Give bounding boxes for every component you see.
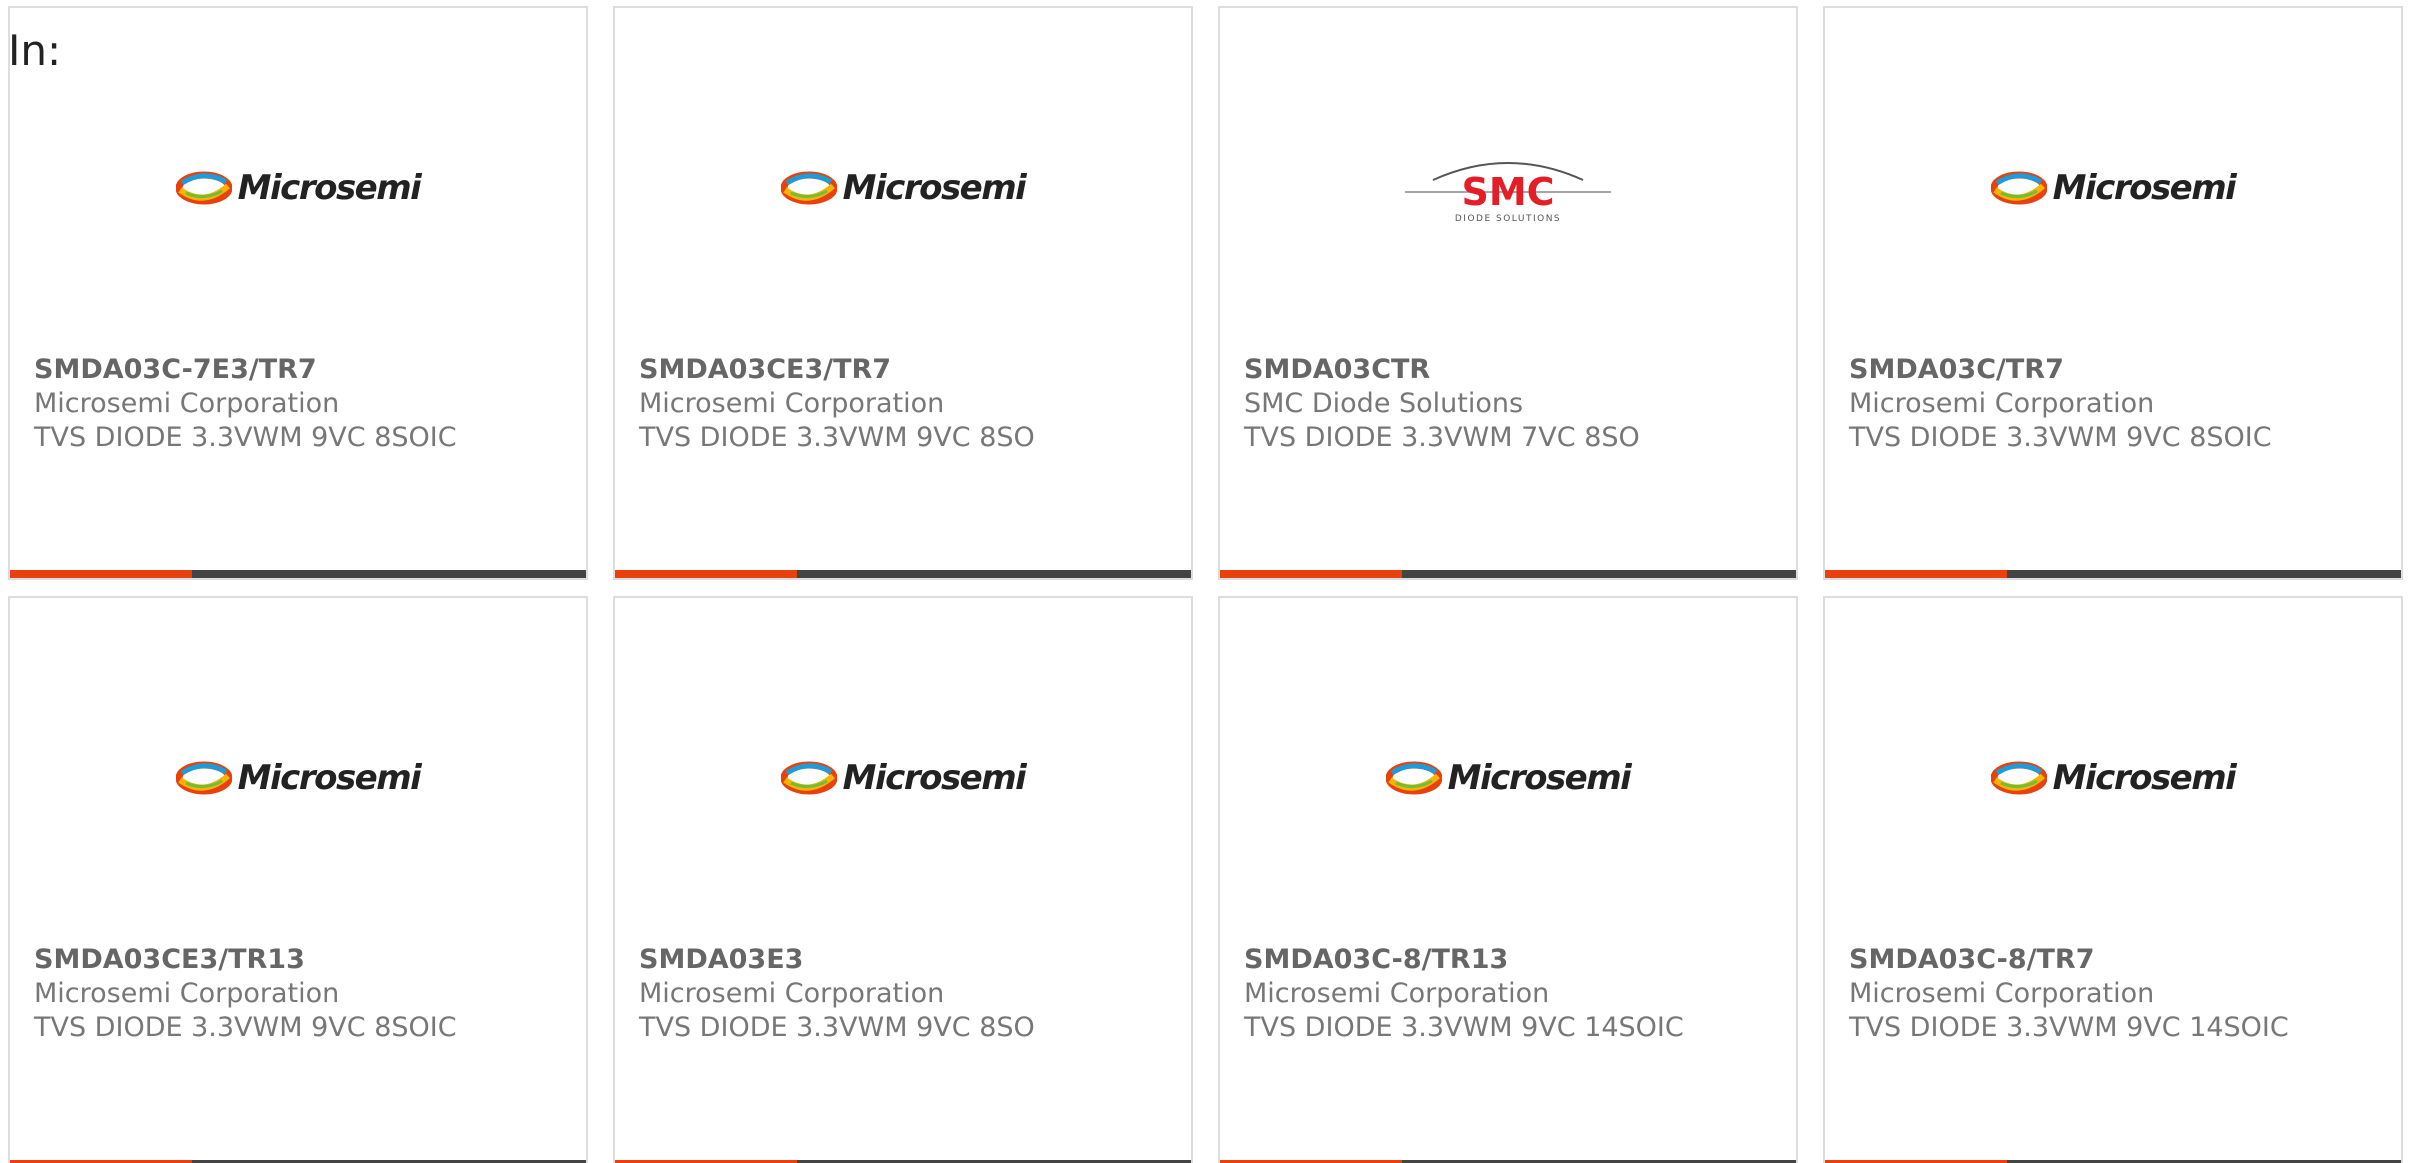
filter-label: In:	[8, 26, 62, 75]
logo-text: Microsemi	[2052, 168, 2237, 208]
microsemi-swirl-icon	[1385, 761, 1442, 795]
product-description: TVS DIODE 3.3VWM 9VC 14SOIC	[1244, 1012, 1684, 1043]
logo-text: Microsemi	[237, 758, 422, 798]
product-card[interactable]: Microsemi SMDA03C/TR7 Microsemi Corporat…	[1823, 6, 2403, 580]
microsemi-swirl-icon	[1990, 171, 2047, 205]
manufacturer-name: Microsemi Corporation	[34, 388, 340, 419]
part-number[interactable]: SMDA03C/TR7	[1849, 353, 2391, 387]
smc-diode-logo-icon: SMC DIODE SOLUTIONS	[1405, 162, 1611, 224]
part-number[interactable]: SMDA03CTR	[1244, 353, 1786, 387]
manufacturer-logo: Microsemi	[1220, 738, 1796, 818]
manufacturer-logo: SMC DIODE SOLUTIONS	[1220, 148, 1796, 228]
manufacturer-name: Microsemi Corporation	[1244, 978, 1550, 1009]
manufacturer-name: Microsemi Corporation	[639, 388, 945, 419]
manufacturer-name: Microsemi Corporation	[639, 978, 945, 1009]
microsemi-swirl-icon	[175, 761, 232, 795]
product-card[interactable]: SMC DIODE SOLUTIONS SMDA03CTR SMC Diode …	[1218, 6, 1798, 580]
card-accent-bar	[1220, 570, 1796, 578]
manufacturer-logo: Microsemi	[615, 148, 1191, 228]
manufacturer-name: Microsemi Corporation	[1849, 978, 2155, 1009]
product-grid-page: In: Microsemi SMDA03C-7E3/TR7 Microsemi …	[0, 0, 2410, 1163]
microsemi-swirl-icon	[1990, 761, 2047, 795]
part-number[interactable]: SMDA03CE3/TR13	[34, 943, 576, 977]
product-description: TVS DIODE 3.3VWM 9VC 8SOIC	[1849, 422, 2272, 453]
product-description: TVS DIODE 3.3VWM 9VC 8SO	[639, 422, 1035, 453]
microsemi-swirl-icon	[780, 761, 837, 795]
product-description: TVS DIODE 3.3VWM 9VC 8SO	[639, 1012, 1035, 1043]
manufacturer-logo: Microsemi	[615, 738, 1191, 818]
logo-text: Microsemi	[842, 758, 1027, 798]
microsemi-swirl-icon	[175, 171, 232, 205]
manufacturer-name: Microsemi Corporation	[34, 978, 340, 1009]
manufacturer-logo: Microsemi	[1825, 738, 2401, 818]
product-card[interactable]: Microsemi SMDA03CE3/TR7 Microsemi Corpor…	[613, 6, 1193, 580]
microsemi-swirl-icon	[780, 171, 837, 205]
part-number[interactable]: SMDA03CE3/TR7	[639, 353, 1181, 387]
card-accent-bar	[615, 570, 1191, 578]
part-number[interactable]: SMDA03C-8/TR7	[1849, 943, 2391, 977]
manufacturer-logo: Microsemi	[10, 148, 586, 228]
part-number[interactable]: SMDA03C-7E3/TR7	[34, 353, 576, 387]
product-description: TVS DIODE 3.3VWM 9VC 8SOIC	[34, 422, 457, 453]
part-number[interactable]: SMDA03E3	[639, 943, 1181, 977]
logo-text: Microsemi	[2052, 758, 2237, 798]
product-description: TVS DIODE 3.3VWM 9VC 8SOIC	[34, 1012, 457, 1043]
logo-text: Microsemi	[842, 168, 1027, 208]
manufacturer-logo: Microsemi	[10, 738, 586, 818]
product-description: TVS DIODE 3.3VWM 7VC 8SO	[1244, 422, 1640, 453]
product-card[interactable]: Microsemi SMDA03E3 Microsemi Corporation…	[613, 596, 1193, 1163]
product-card[interactable]: Microsemi SMDA03CE3/TR13 Microsemi Corpo…	[8, 596, 588, 1163]
manufacturer-name: Microsemi Corporation	[1849, 388, 2155, 419]
manufacturer-name: SMC Diode Solutions	[1244, 388, 1524, 419]
card-accent-bar	[1825, 570, 2401, 578]
smc-logo-subtext: DIODE SOLUTIONS	[1455, 214, 1561, 224]
manufacturer-logo: Microsemi	[1825, 148, 2401, 228]
product-card[interactable]: Microsemi SMDA03C-7E3/TR7 Microsemi Corp…	[8, 6, 588, 580]
part-number[interactable]: SMDA03C-8/TR13	[1244, 943, 1786, 977]
product-card[interactable]: Microsemi SMDA03C-8/TR7 Microsemi Corpor…	[1823, 596, 2403, 1163]
card-accent-bar	[10, 570, 586, 578]
product-card[interactable]: Microsemi SMDA03C-8/TR13 Microsemi Corpo…	[1218, 596, 1798, 1163]
smc-logo-text: SMC	[1461, 170, 1554, 214]
product-description: TVS DIODE 3.3VWM 9VC 14SOIC	[1849, 1012, 2289, 1043]
logo-text: Microsemi	[1447, 758, 1632, 798]
logo-text: Microsemi	[237, 168, 422, 208]
